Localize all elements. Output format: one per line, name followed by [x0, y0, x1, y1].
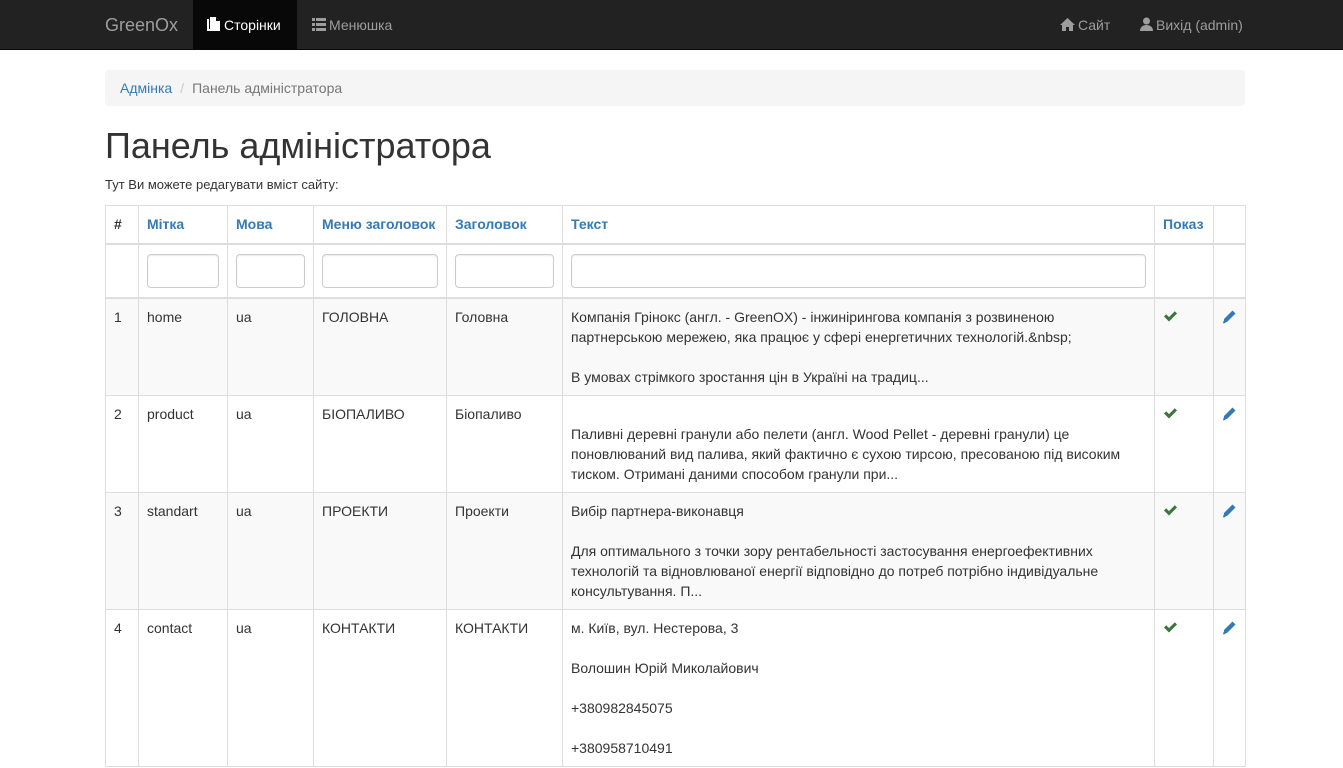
- row-tag: product: [138, 394, 228, 493]
- filter-lang-input[interactable]: [236, 253, 305, 288]
- row-edit-button[interactable]: [1213, 491, 1246, 610]
- row-num: 4: [105, 608, 139, 767]
- row-num: 3: [105, 491, 139, 610]
- row-text-paragraph: Волошин Юрій Миколайович: [571, 659, 759, 676]
- row-menu-title: ПРОЕКТИ: [313, 491, 447, 610]
- home-icon: [1060, 18, 1075, 31]
- row-lang: ua: [227, 297, 314, 396]
- check-icon: [1164, 310, 1177, 321]
- page-title: Панель адміністратора: [105, 125, 491, 166]
- row-edit-button[interactable]: [1213, 608, 1246, 767]
- col-header-lang[interactable]: Мова: [227, 205, 314, 245]
- page-intro: Тут Ви можете редагувати вміст сайту:: [105, 177, 339, 192]
- breadcrumb-current: Панель адміністратора: [192, 80, 343, 96]
- row-tag: home: [138, 297, 228, 396]
- col-header-menu-title[interactable]: Меню заголовок: [313, 205, 447, 245]
- row-menu-title: ГОЛОВНА: [313, 297, 447, 396]
- row-text: Вибір партнера-виконавця Для оптимальног…: [562, 491, 1155, 610]
- file-icon: [207, 17, 221, 31]
- row-text: Компанія Грінокс (англ. - GreenOX) - інж…: [562, 297, 1155, 396]
- row-text-paragraph: Компанія Грінокс (англ. - GreenOX) - інж…: [571, 308, 1072, 345]
- row-text-paragraph: +380982845075: [571, 699, 673, 716]
- row-tag: standart: [138, 491, 228, 610]
- table-row: 3 standart ua ПРОЕКТИ Проекти Вибір парт…: [105, 491, 1246, 610]
- top-navbar: GreenOx Сторінки Менюшка Сайт Вихід (adm…: [0, 0, 1343, 50]
- nav-pages-label: Сторінки: [224, 17, 281, 33]
- nav-pages[interactable]: Сторінки: [193, 0, 297, 50]
- breadcrumb-separator: /: [180, 80, 185, 96]
- pencil-icon: [1223, 310, 1236, 323]
- col-header-actions: [1213, 205, 1246, 245]
- row-menu-title: БІОПАЛИВО: [313, 394, 447, 493]
- col-header-tag[interactable]: Мітка: [138, 205, 228, 245]
- row-text-paragraph: Вибір партнера-виконавця: [571, 502, 744, 519]
- table-row: 1 home ua ГОЛОВНА Головна Компанія Гріно…: [105, 297, 1246, 396]
- nav-logout[interactable]: Вихід (admin): [1140, 0, 1243, 50]
- row-text-paragraph: В умовах стрімкого зростання цін в Украї…: [571, 368, 929, 385]
- row-text: Паливні деревні гранули або пелети (англ…: [562, 394, 1155, 493]
- row-visible-check[interactable]: [1154, 491, 1214, 610]
- row-title: Головна: [446, 297, 563, 396]
- nav-menu[interactable]: Менюшка: [312, 0, 392, 50]
- row-text-paragraph: [571, 404, 1146, 424]
- check-icon: [1164, 407, 1177, 418]
- row-lang: ua: [227, 608, 314, 767]
- row-tag: contact: [138, 608, 228, 767]
- pages-table: # Мітка Мова Меню заголовок Заголовок Те…: [105, 205, 1246, 767]
- row-text: м. Київ, вул. Нестерова, 3 Волошин Юрій …: [562, 608, 1155, 767]
- row-lang: ua: [227, 491, 314, 610]
- pencil-icon: [1223, 407, 1236, 420]
- user-icon: [1140, 17, 1153, 31]
- filter-cell-show: [1154, 243, 1214, 299]
- row-edit-button[interactable]: [1213, 297, 1246, 396]
- col-header-num: #: [105, 205, 139, 245]
- row-num: 1: [105, 297, 139, 396]
- row-visible-check[interactable]: [1154, 394, 1214, 493]
- row-title: Біопаливо: [446, 394, 563, 493]
- col-header-show[interactable]: Показ: [1154, 205, 1214, 245]
- row-title: КОНТАКТИ: [446, 608, 563, 767]
- row-visible-check[interactable]: [1154, 297, 1214, 396]
- row-text-paragraph: Для оптимального з точки зору рентабельн…: [571, 542, 1099, 599]
- filter-tag-input[interactable]: [147, 253, 219, 288]
- filter-title-input[interactable]: [455, 253, 554, 288]
- row-title: Проекти: [446, 491, 563, 610]
- nav-site-label: Сайт: [1078, 17, 1111, 33]
- breadcrumb-home-link[interactable]: Адмінка: [120, 80, 172, 96]
- nav-logout-label: Вихід (admin): [1156, 17, 1243, 33]
- col-header-title[interactable]: Заголовок: [446, 205, 563, 245]
- row-text-paragraph: м. Київ, вул. Нестерова, 3: [571, 619, 739, 636]
- filter-cell-actions: [1213, 243, 1246, 299]
- check-icon: [1164, 621, 1177, 632]
- row-lang: ua: [227, 394, 314, 493]
- breadcrumb: Адмінка / Панель адміністратора: [105, 70, 1245, 106]
- check-icon: [1164, 504, 1177, 515]
- row-menu-title: КОНТАКТИ: [313, 608, 447, 767]
- pencil-icon: [1223, 621, 1236, 634]
- table-row: 4 contact ua КОНТАКТИ КОНТАКТИ м. Київ, …: [105, 608, 1246, 767]
- nav-site[interactable]: Сайт: [1060, 0, 1110, 50]
- table-row: 2 product ua БІОПАЛИВО Біопаливо Паливні…: [105, 394, 1246, 493]
- row-edit-button[interactable]: [1213, 394, 1246, 493]
- nav-menu-label: Менюшка: [329, 17, 393, 33]
- pencil-icon: [1223, 504, 1236, 517]
- row-text-paragraph: Паливні деревні гранули або пелети (англ…: [571, 425, 1121, 482]
- filter-text-input[interactable]: [571, 253, 1146, 288]
- filter-cell-num: [105, 243, 139, 299]
- row-visible-check[interactable]: [1154, 608, 1214, 767]
- list-icon: [312, 18, 326, 31]
- filter-menu-title-input[interactable]: [322, 253, 438, 288]
- row-num: 2: [105, 394, 139, 493]
- col-header-text[interactable]: Текст: [562, 205, 1155, 245]
- row-text-paragraph: +380958710491: [571, 739, 673, 756]
- brand-logo[interactable]: GreenOx: [105, 0, 178, 50]
